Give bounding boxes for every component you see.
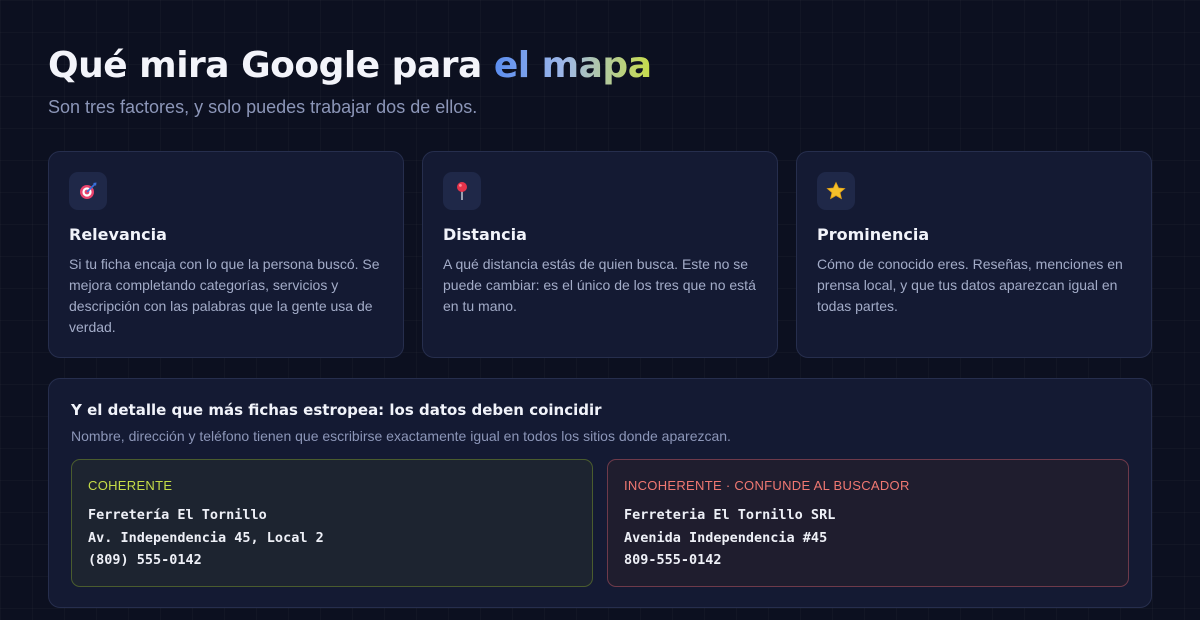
consistent-lines: Ferretería El Tornillo Av. Independencia…: [88, 504, 576, 572]
business-address: Av. Independencia 45, Local 2: [88, 529, 324, 546]
consistent-example: COHERENTE Ferretería El Tornillo Av. Ind…: [71, 459, 593, 587]
page-subtitle: Son tres factores, y solo puedes trabaja…: [48, 97, 478, 117]
star-icon: [817, 172, 855, 210]
page-title-accent: el mapa: [493, 45, 652, 86]
nap-consistency-panel: Y el detalle que más fichas estropea: lo…: [48, 378, 1152, 608]
card-distancia: Distancia A qué distancia estás de quien…: [422, 151, 778, 358]
business-phone: (809) 555-0142: [88, 552, 202, 568]
panel-description: Nombre, dirección y teléfono tienen que …: [71, 428, 731, 444]
business-address: Avenida Independencia #45: [624, 529, 828, 546]
inconsistent-lines: Ferreteria El Tornillo SRL Avenida Indep…: [624, 504, 1112, 572]
business-name: Ferretería El Tornillo: [88, 507, 267, 523]
inconsistent-label: INCOHERENTE · CONFUNDE AL BUSCADOR: [624, 478, 910, 493]
panel-title: Y el detalle que más fichas estropea: lo…: [71, 401, 602, 419]
card-text: Cómo de conocido eres. Reseñas, mencione…: [817, 256, 1123, 314]
business-name: Ferreteria El Tornillo SRL: [624, 507, 836, 523]
business-phone: 809-555-0142: [624, 552, 722, 568]
page-title: Qué mira Google para el mapa: [48, 44, 1152, 88]
card-relevancia: Relevancia Si tu ficha encaja con lo que…: [48, 151, 404, 358]
card-prominencia: Prominencia Cómo de conocido eres. Reseñ…: [796, 151, 1152, 358]
page-title-main: Qué mira Google para: [48, 45, 494, 86]
target-icon: [69, 172, 107, 210]
comparison-boxes: COHERENTE Ferretería El Tornillo Av. Ind…: [71, 459, 1129, 587]
card-title: Distancia: [443, 225, 527, 244]
page-content: Qué mira Google para el mapa Son tres fa…: [48, 44, 1152, 608]
factor-cards: Relevancia Si tu ficha encaja con lo que…: [48, 151, 1152, 358]
inconsistent-example: INCOHERENTE · CONFUNDE AL BUSCADOR Ferre…: [607, 459, 1129, 587]
consistent-label: COHERENTE: [88, 478, 173, 493]
card-text: Si tu ficha encaja con lo que la persona…: [69, 256, 380, 335]
card-title: Relevancia: [69, 225, 167, 244]
card-title: Prominencia: [817, 225, 930, 244]
card-text: A qué distancia estás de quien busca. Es…: [443, 256, 756, 314]
pin-icon: [443, 172, 481, 210]
